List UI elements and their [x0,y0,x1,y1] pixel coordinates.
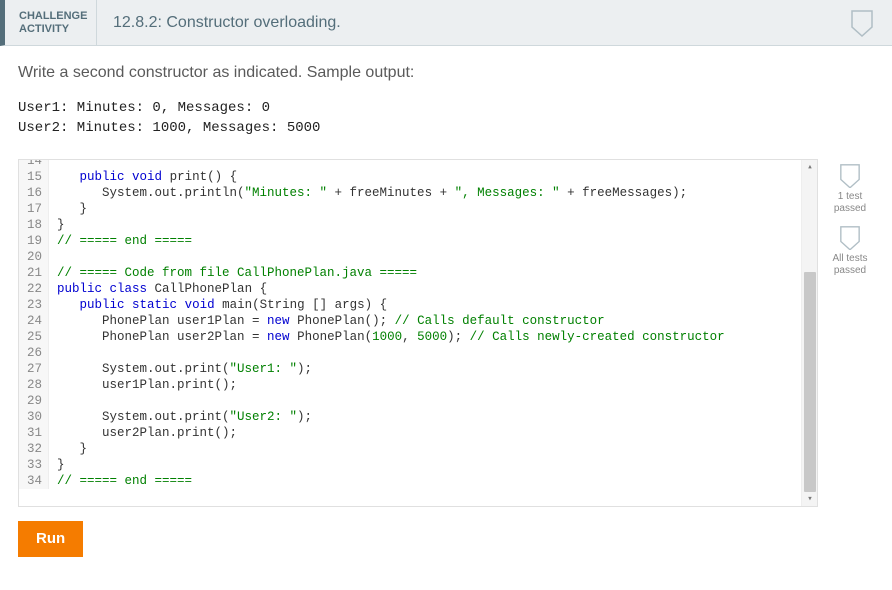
shield-icon [839,225,861,251]
shield-icon [850,9,874,37]
status-sidebar: 1 test passed All tests passed [826,159,874,277]
editor-gutter: 1415161718192021222324252627282930313233… [19,159,49,489]
header-title: 12.8.2: Constructor overloading. [97,14,850,32]
header-label-line2: ACTIVITY [19,23,69,35]
status-all-tests-passed: All tests passed [826,225,874,277]
status-1-test-passed: 1 test passed [826,163,874,215]
header-label-line1: CHALLENGE [19,10,87,22]
scroll-down-icon[interactable]: ▾ [802,492,818,506]
header-label: CHALLENGE ACTIVITY [5,0,97,45]
sample-output: User1: Minutes: 0, Messages: 0 User2: Mi… [18,98,874,139]
run-button[interactable]: Run [18,521,83,557]
editor-scrollbar[interactable]: ▴ ▾ [801,160,817,506]
scroll-up-icon[interactable]: ▴ [802,160,818,174]
code-editor[interactable]: 1415161718192021222324252627282930313233… [18,159,818,507]
status-label: 1 test passed [834,191,866,214]
challenge-header: CHALLENGE ACTIVITY 12.8.2: Constructor o… [0,0,892,46]
editor-code[interactable]: public void print() { System.out.println… [49,159,817,489]
shield-icon [839,163,861,189]
status-label: All tests passed [832,253,867,276]
instruction-text: Write a second constructor as indicated.… [18,64,874,82]
scroll-thumb[interactable] [804,272,816,492]
